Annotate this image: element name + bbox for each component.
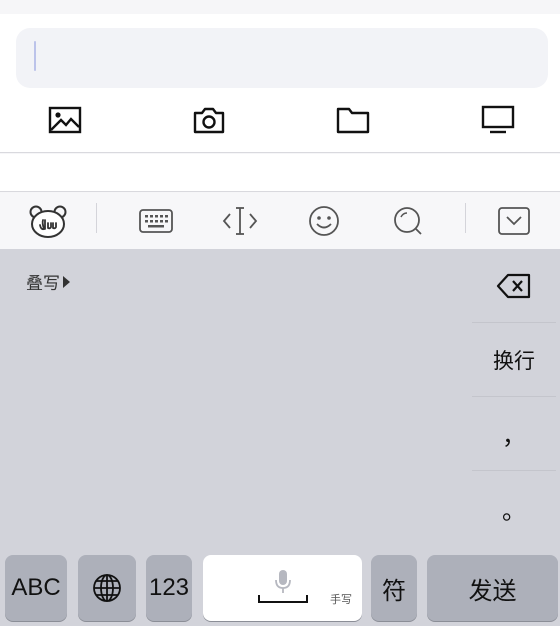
collapse-keyboard-button[interactable] (492, 201, 536, 241)
toolbar-separator (465, 203, 466, 233)
handwriting-canvas[interactable] (0, 249, 470, 545)
period-key[interactable]: 。 (472, 471, 556, 545)
chevron-down-box-icon (498, 207, 530, 235)
numbers-key[interactable]: 123 (146, 555, 192, 621)
cursor-move-button[interactable] (218, 201, 262, 241)
photo-button[interactable] (41, 100, 89, 140)
keyboard-toolbar (0, 193, 560, 249)
comma-key[interactable]: ， (472, 397, 556, 471)
abc-key[interactable]: ABC (5, 555, 67, 621)
delete-key[interactable] (472, 249, 556, 323)
keyboard-switch-button[interactable] (134, 201, 178, 241)
search-icon (394, 207, 422, 235)
attachment-row (0, 100, 560, 140)
handwriting-keyboard: 叠写 换行 ， 。 ABC 123 手写 符 发送 (0, 249, 560, 626)
send-key[interactable]: 发送 (427, 555, 558, 621)
composer-panel (0, 14, 560, 153)
space-key[interactable]: 手写 (203, 555, 362, 621)
symbols-key[interactable]: 符 (371, 555, 417, 621)
folder-icon (336, 107, 370, 134)
backspace-icon (496, 273, 531, 298)
period-key-label: 。 (502, 496, 526, 525)
abc-key-label: ABC (11, 574, 61, 601)
image-icon (48, 106, 82, 134)
numbers-key-label: 123 (148, 574, 190, 601)
microphone-icon (275, 570, 291, 593)
cursor-move-icon (222, 207, 258, 235)
keyboard-bottom-row: ABC 123 手写 符 发送 (0, 555, 560, 623)
camera-button[interactable] (185, 100, 233, 140)
composer-spacer (0, 154, 560, 192)
globe-icon (93, 574, 121, 602)
toolbar-separator (96, 203, 97, 233)
top-strip (0, 0, 560, 14)
screen-button[interactable] (474, 100, 522, 140)
newline-key[interactable]: 换行 (472, 323, 556, 397)
du-bear-logo-icon (29, 205, 67, 238)
symbols-key-label: 符 (382, 576, 406, 605)
search-button[interactable] (386, 201, 430, 241)
text-caret (34, 41, 36, 71)
emoji-button[interactable] (302, 201, 346, 241)
side-key-column: 换行 ， 。 (472, 249, 556, 545)
smiley-icon (309, 206, 339, 236)
send-key-label: 发送 (468, 576, 517, 605)
space-bar-icon (258, 595, 308, 603)
du-logo-button[interactable] (26, 201, 70, 241)
newline-key-label: 换行 (493, 348, 535, 373)
monitor-icon (481, 105, 515, 134)
camera-icon (193, 107, 225, 134)
comma-key-label: ， (502, 422, 526, 450)
keyboard-icon (139, 209, 173, 233)
message-input[interactable] (16, 28, 548, 88)
space-sub-label: 手写 (330, 593, 352, 606)
file-button[interactable] (329, 100, 377, 140)
language-key[interactable] (78, 555, 136, 621)
